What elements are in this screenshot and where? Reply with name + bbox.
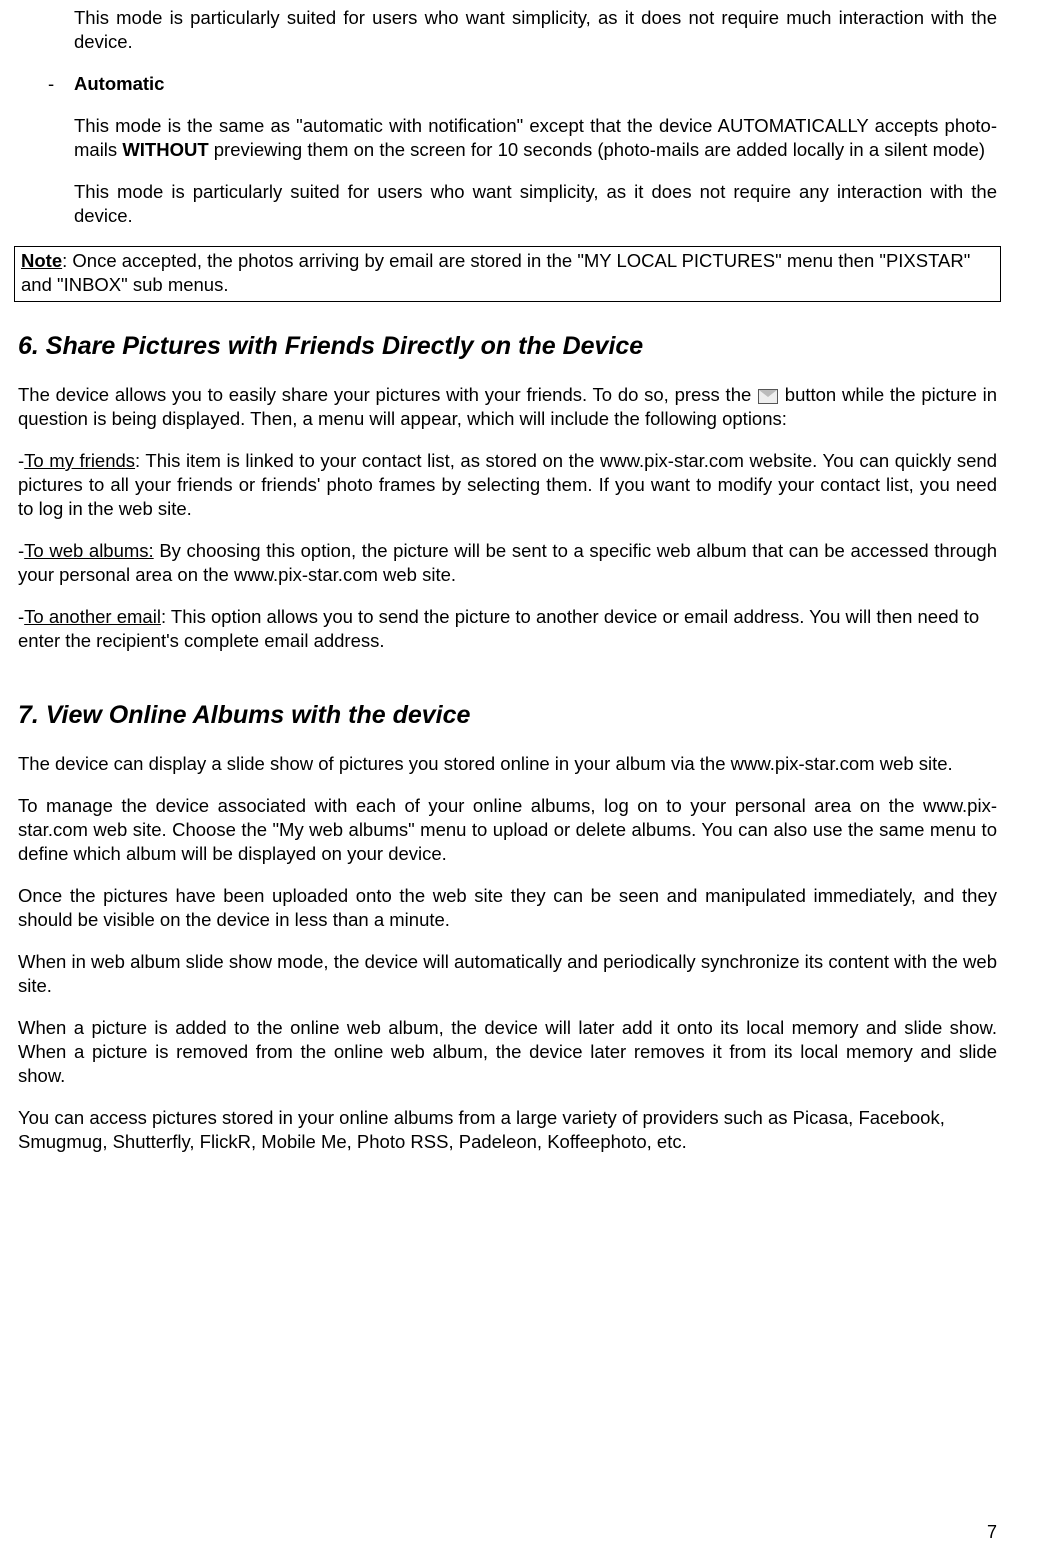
bullet-label: Automatic [74, 72, 164, 96]
option-text: By choosing this option, the picture wil… [18, 540, 997, 585]
envelope-icon [758, 389, 778, 404]
s7-paragraph-3: Once the pictures have been uploaded ont… [18, 884, 997, 932]
option-label: To another email [24, 606, 161, 627]
s6-option-webalbums: -To web albums: By choosing this option,… [18, 539, 997, 587]
note-text: : Once accepted, the photos arriving by … [21, 250, 970, 295]
s7-paragraph-5: When a picture is added to the online we… [18, 1016, 997, 1088]
automatic-paragraph-2: This mode is particularly suited for use… [74, 180, 997, 228]
option-label: To my friends [24, 450, 135, 471]
s7-paragraph-1: The device can display a slide show of p… [18, 752, 997, 776]
heading-section-7: 7. View Online Albums with the device [18, 699, 997, 732]
s7-paragraph-6: You can access pictures stored in your o… [18, 1106, 997, 1154]
automatic-paragraph-1: This mode is the same as "automatic with… [74, 114, 997, 162]
option-text: : This option allows you to send the pic… [18, 606, 979, 651]
heading-section-6: 6. Share Pictures with Friends Directly … [18, 330, 997, 363]
text-part: The device allows you to easily share yo… [18, 384, 757, 405]
s7-paragraph-2: To manage the device associated with eac… [18, 794, 997, 866]
s7-paragraph-4: When in web album slide show mode, the d… [18, 950, 997, 998]
intro-paragraph: This mode is particularly suited for use… [74, 6, 997, 54]
bullet-automatic: - Automatic [48, 72, 997, 96]
bullet-dash: - [48, 72, 74, 96]
option-text: : This item is linked to your contact li… [18, 450, 997, 519]
page-number: 7 [987, 1521, 997, 1544]
text-part: previewing them on the screen for 10 sec… [209, 139, 985, 160]
note-label: Note [21, 250, 62, 271]
s6-option-friends: -To my friends: This item is linked to y… [18, 449, 997, 521]
option-label: To web albums: [24, 540, 154, 561]
s6-paragraph-1: The device allows you to easily share yo… [18, 383, 997, 431]
without-bold: WITHOUT [122, 139, 208, 160]
s6-option-email: -To another email: This option allows yo… [18, 605, 997, 653]
note-box: Note: Once accepted, the photos arriving… [14, 246, 1001, 302]
